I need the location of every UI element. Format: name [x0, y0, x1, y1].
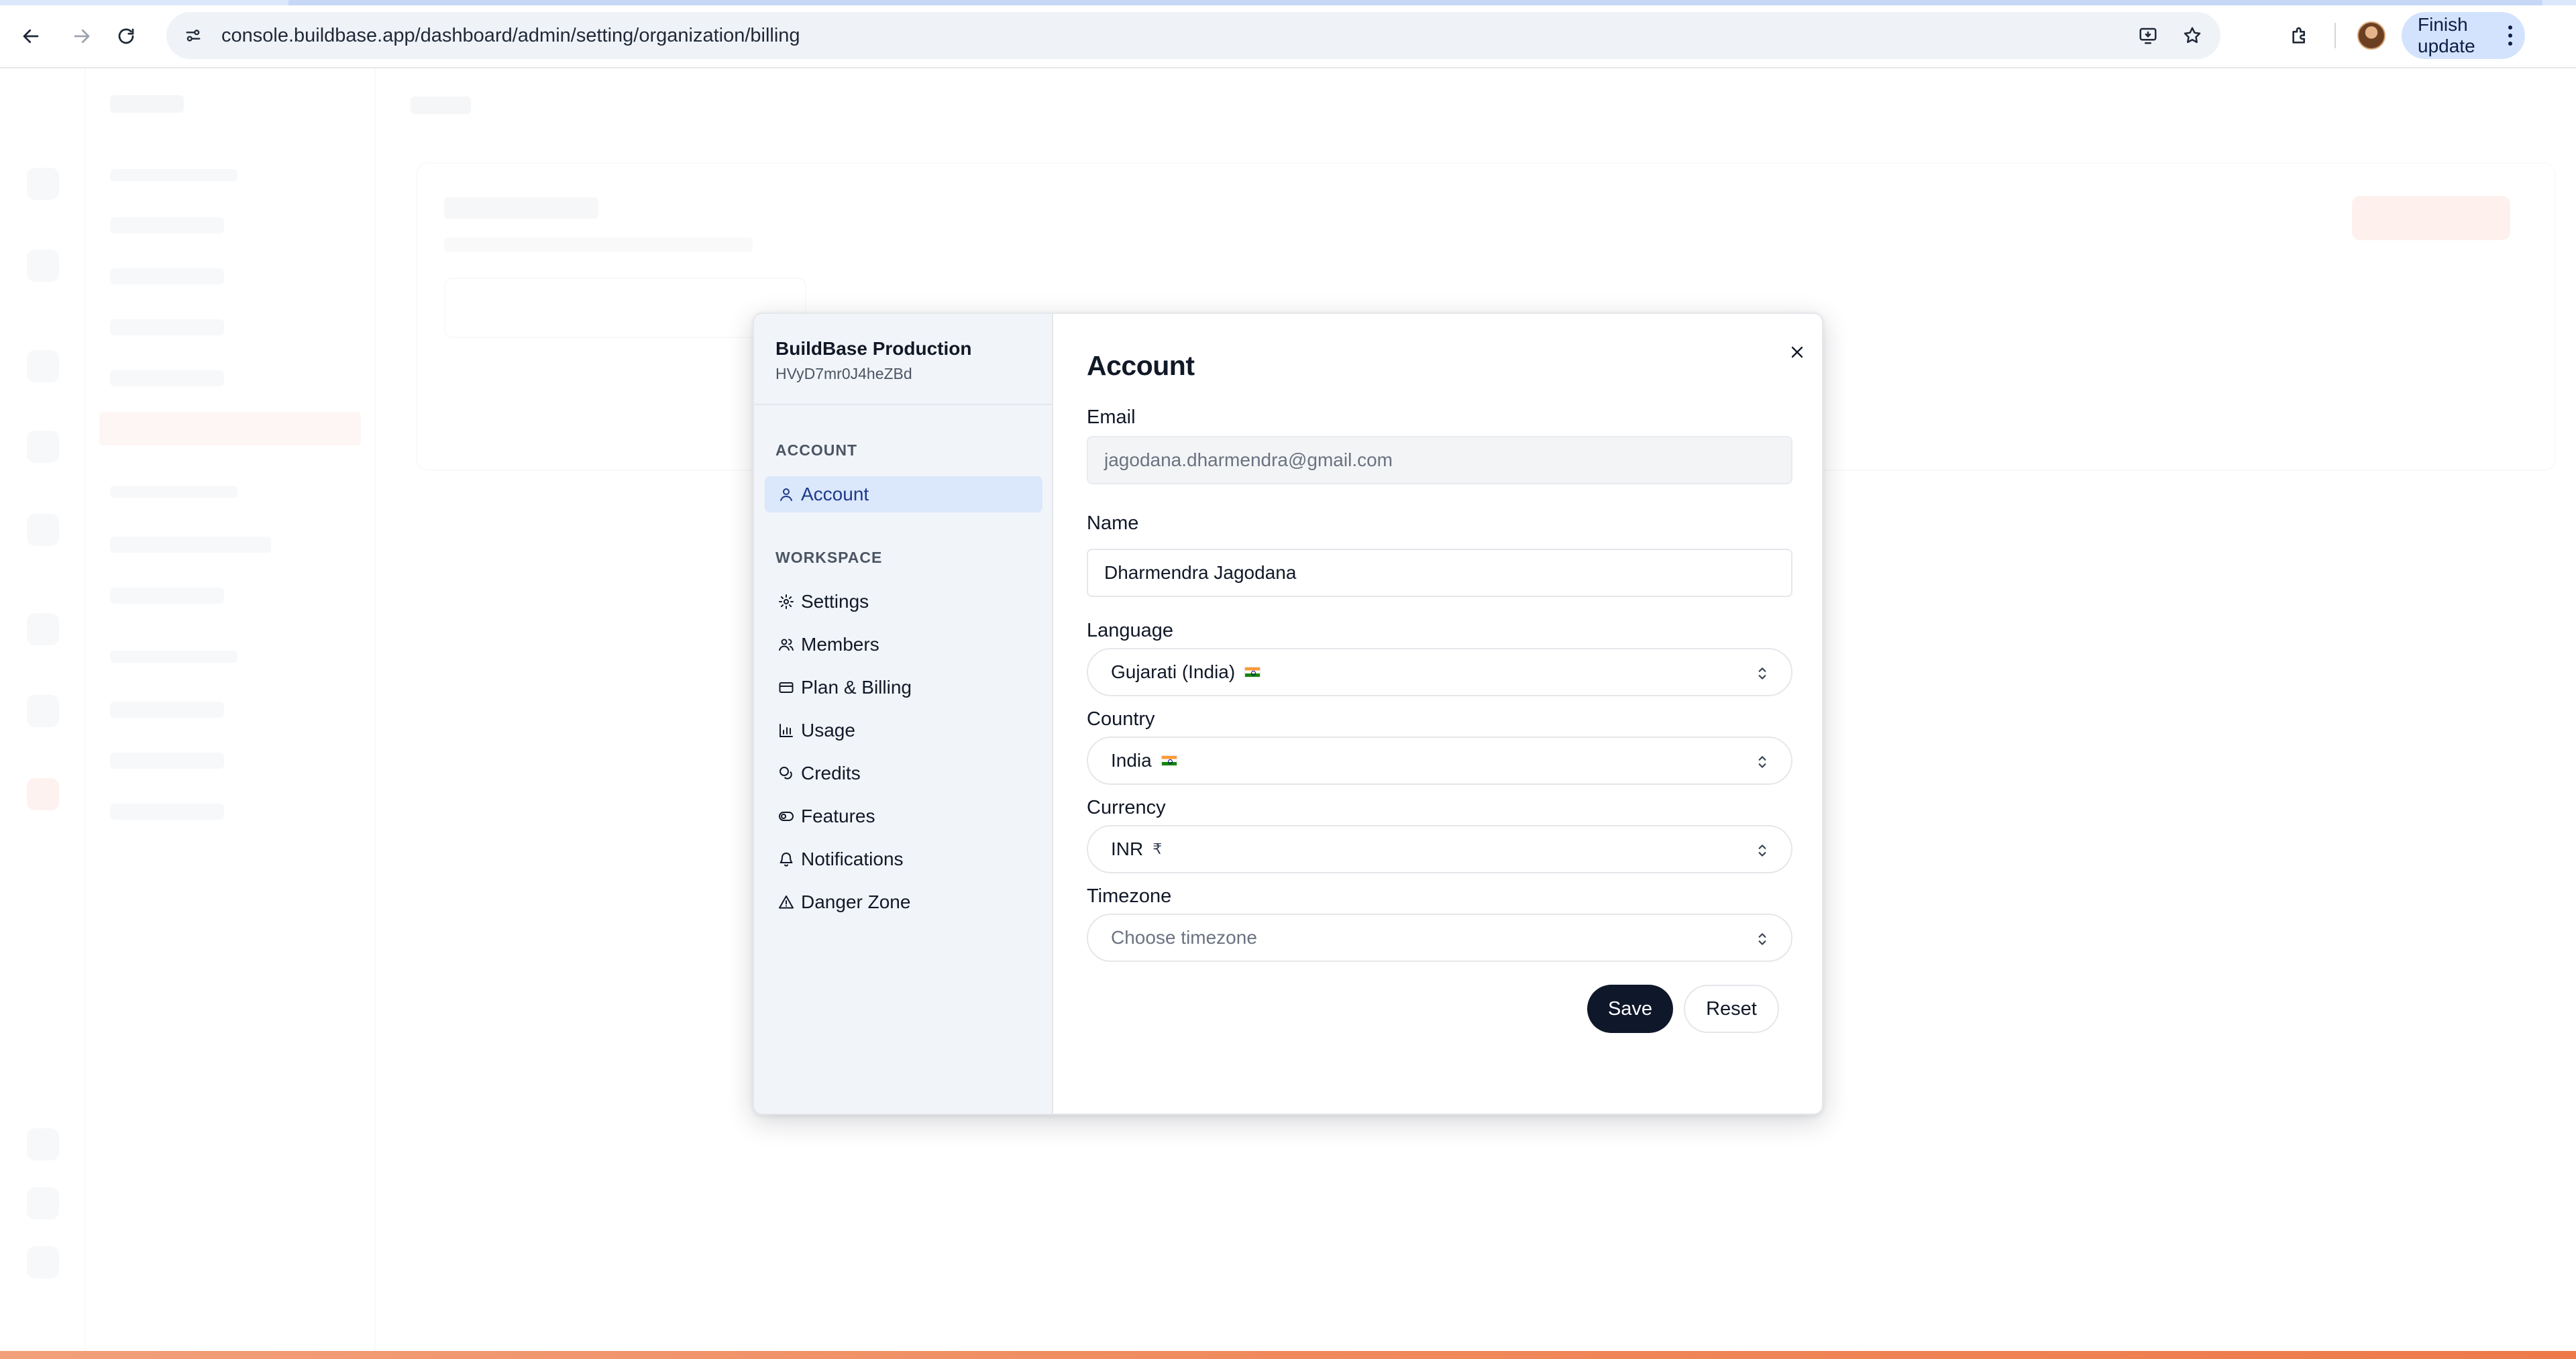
user-icon [777, 485, 796, 504]
more-menu-icon[interactable] [2508, 25, 2513, 46]
url-text[interactable]: console.buildbase.app/dashboard/admin/se… [221, 25, 800, 47]
address-bar[interactable]: console.buildbase.app/dashboard/admin/se… [166, 12, 2220, 59]
organization-name: BuildBase Production [775, 338, 972, 359]
close-icon [1791, 346, 1803, 358]
sidebar-item-label: Notifications [801, 849, 904, 869]
chevron-updown-icon [1754, 664, 1771, 683]
organization-header: BuildBase Production HVyD7mr0J4heZBd [754, 314, 1053, 405]
timezone-label: Timezone [1087, 885, 1172, 907]
currency-select[interactable]: INR ₹ [1087, 825, 1792, 873]
bell-icon [777, 850, 796, 869]
section-label-workspace: WORKSPACE [775, 549, 883, 566]
users-icon [777, 635, 796, 654]
currency-label: Currency [1087, 797, 1166, 818]
currency-symbol: ₹ [1152, 840, 1163, 857]
organization-id: HVyD7mr0J4heZBd [775, 365, 912, 382]
name-value: Dharmendra Jagodana [1104, 562, 1297, 583]
browser-chrome: console.buildbase.app/dashboard/admin/se… [0, 0, 2576, 68]
site-settings-icon[interactable] [173, 15, 213, 56]
coins-icon [777, 764, 796, 783]
modal-title: Account [1087, 350, 1195, 381]
sidebar-item-label: Danger Zone [801, 891, 911, 912]
active-tab[interactable] [288, 0, 2542, 5]
toolbar-divider [2334, 23, 2336, 48]
modal-content: Account Email jagodana.dharmendra@gmail.… [1055, 314, 1822, 1113]
reload-icon [118, 28, 134, 44]
timezone-placeholder: Choose timezone [1111, 927, 1257, 948]
toggle-icon [777, 807, 796, 826]
sidebar-item-settings[interactable]: Settings [765, 584, 1042, 620]
chevron-updown-icon [1754, 753, 1771, 771]
language-value: Gujarati (India) [1111, 661, 1236, 682]
language-select[interactable]: Gujarati (India) [1087, 648, 1792, 696]
credit-card-icon [777, 678, 796, 697]
gear-icon [777, 592, 796, 611]
settings-modal: BuildBase Production HVyD7mr0J4heZBd ACC… [753, 313, 1823, 1115]
puzzle-icon [2292, 27, 2305, 44]
finish-update-button[interactable]: Finish update [2402, 12, 2525, 59]
extensions-button[interactable] [2284, 20, 2316, 52]
sidebar-item-features[interactable]: Features [765, 798, 1042, 834]
india-flag-icon [1244, 667, 1261, 677]
close-button[interactable] [1782, 337, 1813, 368]
sidebar-item-label: Credits [801, 763, 861, 783]
reset-button[interactable]: Reset [1684, 985, 1779, 1033]
bottom-accent-strip [0, 1351, 2576, 1359]
sidebar-item-notifications[interactable]: Notifications [765, 841, 1042, 877]
arrow-right-icon [74, 29, 90, 44]
email-label: Email [1087, 406, 1136, 428]
currency-value: INR [1111, 838, 1144, 859]
email-field: jagodana.dharmendra@gmail.com [1087, 436, 1792, 484]
install-app-icon[interactable] [2132, 19, 2164, 52]
sidebar-item-credits[interactable]: Credits [765, 755, 1042, 792]
sidebar-item-label: Account [801, 484, 869, 504]
language-label: Language [1087, 620, 1174, 641]
sidebar-item-account[interactable]: Account [765, 476, 1042, 512]
section-label-account: ACCOUNT [775, 441, 857, 459]
warning-triangle-icon [777, 893, 796, 912]
sidebar-item-label: Members [801, 634, 879, 655]
sidebar-item-label: Plan & Billing [801, 677, 912, 698]
name-label: Name [1087, 512, 1139, 534]
sidebar-item-label: Settings [801, 591, 869, 612]
name-field[interactable]: Dharmendra Jagodana [1087, 549, 1792, 597]
sidebar-item-members[interactable]: Members [765, 627, 1042, 663]
sidebar-item-label: Usage [801, 720, 855, 741]
country-label: Country [1087, 708, 1155, 730]
chevron-updown-icon [1754, 930, 1771, 948]
sidebar-item-label: Features [801, 806, 875, 826]
sidebar-item-plan-billing[interactable]: Plan & Billing [765, 669, 1042, 706]
country-select[interactable]: India [1087, 737, 1792, 785]
arrow-left-icon [23, 29, 39, 44]
timezone-select[interactable]: Choose timezone [1087, 914, 1792, 962]
reload-button[interactable] [110, 20, 142, 52]
save-button[interactable]: Save [1587, 985, 1673, 1033]
email-value: jagodana.dharmendra@gmail.com [1104, 449, 1393, 470]
tab-strip [0, 0, 2576, 5]
sidebar-item-usage[interactable]: Usage [765, 712, 1042, 749]
modal-sidebar: BuildBase Production HVyD7mr0J4heZBd ACC… [754, 314, 1053, 1113]
bar-chart-icon [777, 721, 796, 740]
sidebar-item-danger-zone[interactable]: Danger Zone [765, 884, 1042, 920]
chevron-updown-icon [1754, 841, 1771, 860]
india-flag-icon [1161, 755, 1177, 766]
bookmark-star-icon[interactable] [2176, 19, 2208, 52]
profile-avatar[interactable] [2357, 21, 2385, 50]
back-button[interactable] [15, 20, 47, 52]
forward-button[interactable] [66, 20, 98, 52]
country-value: India [1111, 750, 1152, 771]
